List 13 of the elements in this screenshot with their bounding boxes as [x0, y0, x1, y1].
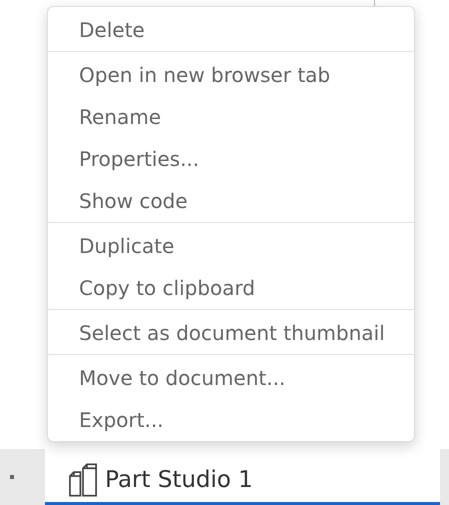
menu-item[interactable]: Properties... — [48, 138, 414, 180]
menu-item[interactable]: Select as document thumbnail — [48, 312, 414, 354]
menu-item[interactable]: Export... — [48, 399, 414, 441]
menu-item[interactable]: Move to document... — [48, 357, 414, 399]
menu-item[interactable]: Open in new browser tab — [48, 54, 414, 96]
parts-icon — [67, 462, 99, 496]
menu-item[interactable]: Delete — [48, 9, 414, 51]
part-studio-tab[interactable]: Part Studio 1 — [45, 449, 440, 505]
menu-item[interactable]: Copy to clipboard — [48, 267, 414, 309]
menu-item[interactable]: Duplicate — [48, 225, 414, 267]
tab-bar-marker — [10, 475, 14, 479]
menu-item[interactable]: Show code — [48, 180, 414, 222]
menu-item[interactable]: Rename — [48, 96, 414, 138]
